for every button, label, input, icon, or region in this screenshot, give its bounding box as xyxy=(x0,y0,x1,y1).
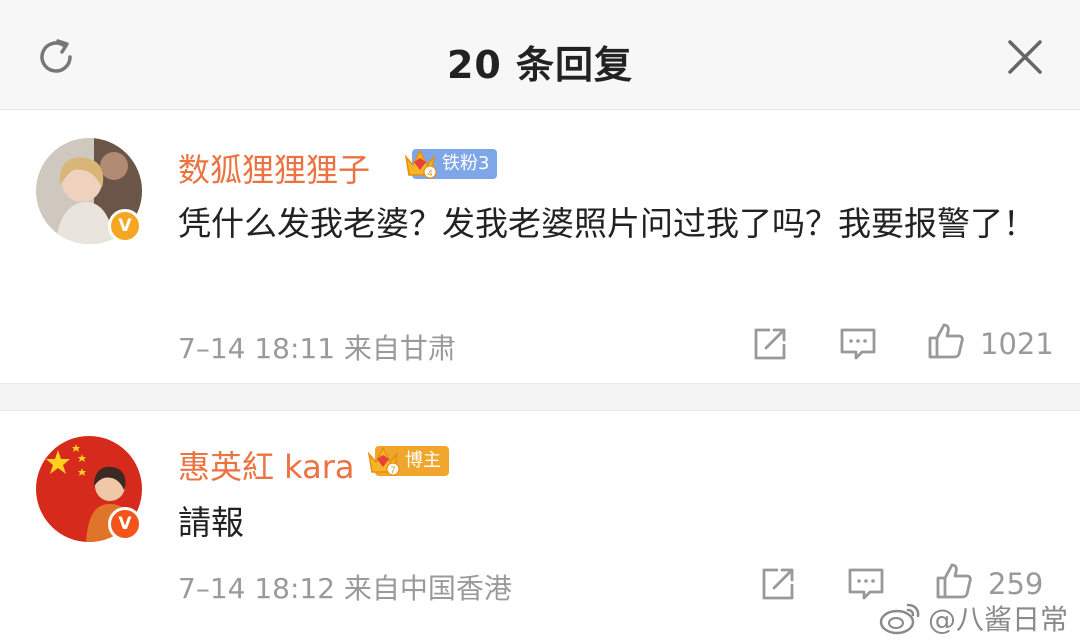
comment-text: 請報 xyxy=(178,503,244,542)
watermark-text: @八酱日常 xyxy=(928,603,1069,636)
username[interactable]: 惠英紅 kara xyxy=(178,442,355,488)
comment-item: V 数狐狸狸狸子 铁粉3 4 凭什么发我老婆？发我老婆照片问过我了吗？我要报警了… xyxy=(0,111,1080,383)
comment-icon[interactable] xyxy=(838,324,878,364)
replies-header: 20 条回复 xyxy=(0,0,1080,110)
share-icon[interactable] xyxy=(750,324,790,364)
weibo-logo-icon xyxy=(879,603,920,635)
section-divider xyxy=(0,383,1080,411)
crown-icon: 7 xyxy=(367,446,400,476)
verified-badge: V xyxy=(108,209,142,243)
close-icon[interactable] xyxy=(1004,36,1046,78)
like-count: 259 xyxy=(988,567,1044,601)
like-count: 1021 xyxy=(980,327,1054,361)
crown-level: 4 xyxy=(427,168,432,178)
crown-level: 7 xyxy=(390,465,395,475)
comment-meta: 7–14 18:11 来自甘肃 xyxy=(178,332,456,365)
comment-meta: 7–14 18:12 来自中国香港 xyxy=(178,572,512,605)
share-icon[interactable] xyxy=(758,564,798,604)
username[interactable]: 数狐狸狸狸子 xyxy=(178,145,370,191)
comment-text: 凭什么发我老婆？发我老婆照片问过我了吗？我要报警了！ xyxy=(178,204,1036,243)
crown-icon: 4 xyxy=(404,149,437,179)
watermark: @八酱日常 xyxy=(878,598,1068,638)
thumbs-up-icon[interactable] xyxy=(926,321,966,361)
verified-badge: V xyxy=(108,507,142,541)
thumbs-up-icon[interactable] xyxy=(934,561,974,601)
page-title: 20 条回复 xyxy=(446,43,634,87)
